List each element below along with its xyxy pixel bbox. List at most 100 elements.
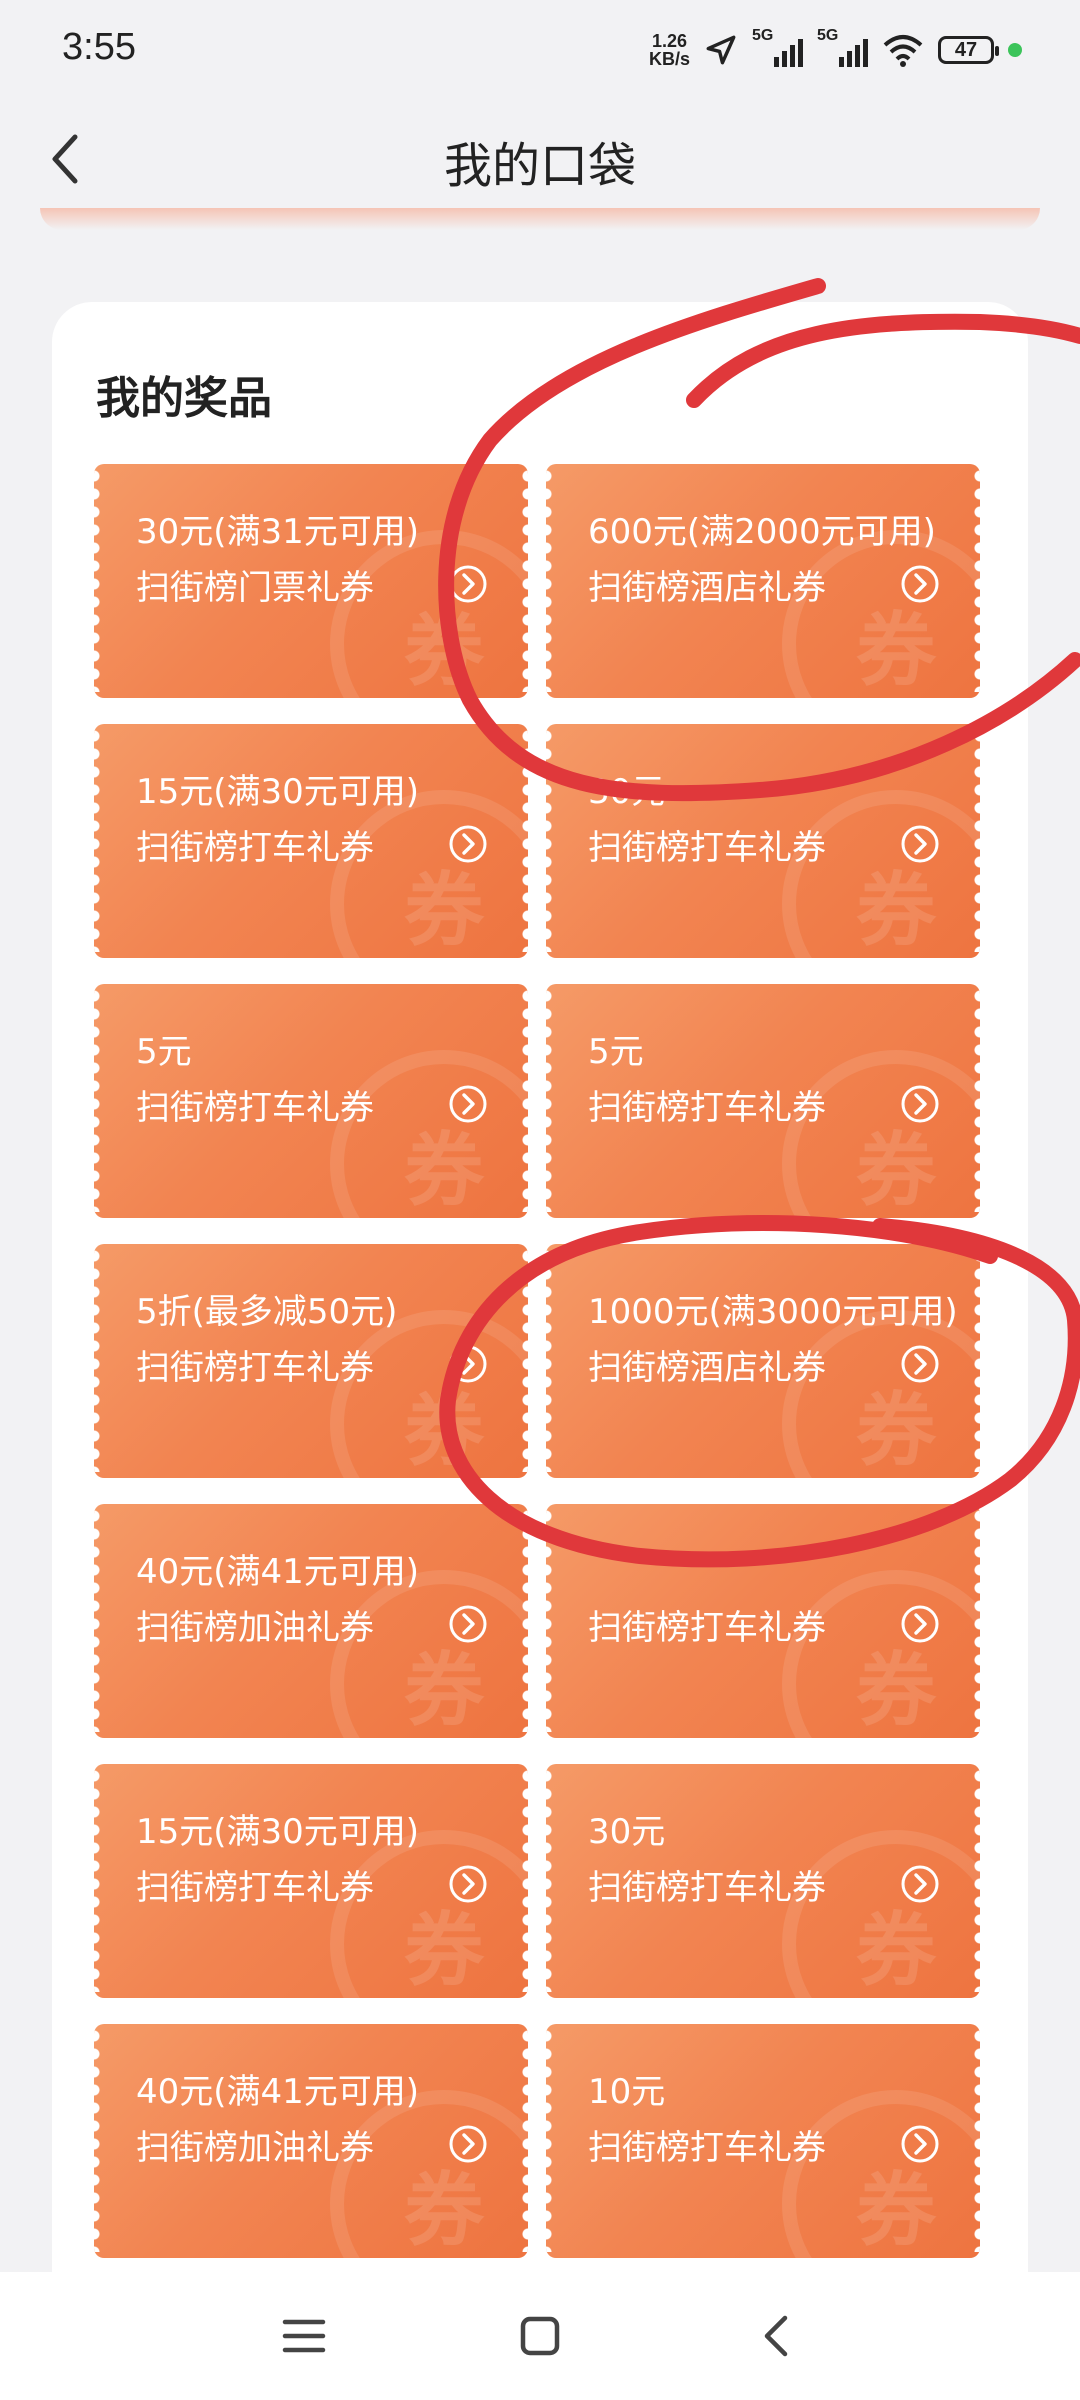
coupon-watermark: 券 [782,790,980,958]
page-title: 我的口袋 [443,138,636,194]
coupon-notch-left [546,990,552,1212]
chevron-right-circle-icon[interactable] [448,824,488,864]
coupon-watermark: 券 [330,1050,528,1218]
coupon-amount: 5元 [588,1032,644,1072]
status-time: 3:55 [62,26,136,68]
chevron-right-circle-icon[interactable] [900,1864,940,1904]
coupon-watermark: 券 [330,2090,528,2258]
back-icon [764,2315,788,2357]
coupon-card[interactable]: 券 5折(最多减50元) 扫街榜打车礼券 [94,1244,528,1478]
coupon-type: 扫街榜打车礼券 [588,1608,826,1648]
signal-icon-sim2: 5G [817,27,868,67]
coupon-watermark: 券 [330,1570,528,1738]
app-header: 我的口袋 [0,96,1080,224]
coupon-card[interactable]: 券 1000元(满3000元可用) 扫街榜酒店礼券 [546,1244,980,1478]
coupon-type: 扫街榜打车礼券 [136,1088,374,1128]
signal-icon-sim1: 5G [752,27,803,67]
coupon-card[interactable]: 券 5元扫街榜打车礼券 [546,984,980,1218]
coupon-amount: 40元(满41元可用) [136,1552,420,1592]
coupon-notch-left [94,990,100,1212]
coupon-watermark: 券 [782,2090,980,2258]
coupon-notch-left [546,730,552,952]
coupon-type: 扫街榜打车礼券 [136,1348,374,1388]
coupon-type: 扫街榜加油礼券 [136,1608,374,1648]
chevron-right-circle-icon[interactable] [448,564,488,604]
coupon-notch-left [94,730,100,952]
coupon-card[interactable]: 券 30元(满31元可用) 扫街榜门票礼券 [94,464,528,698]
coupon-card[interactable]: 券 10元 扫街榜打车礼券 [546,2024,980,2258]
coupon-card[interactable]: 券 5元扫街榜打车礼券 [94,984,528,1218]
coupon-type: 扫街榜打车礼券 [588,1868,826,1908]
chevron-right-circle-icon[interactable] [900,824,940,864]
coupon-card[interactable]: 券 30元扫街榜打车礼券 [546,724,980,958]
chevron-right-circle-icon[interactable] [448,1604,488,1644]
chevron-right-circle-icon[interactable] [448,1864,488,1904]
chevron-right-circle-icon[interactable] [900,1344,940,1384]
chevron-right-circle-icon[interactable] [900,1084,940,1124]
coupon-type: 扫街榜门票礼券 [136,568,374,608]
coupon-amount: 15元(满30元可用) [136,1812,420,1852]
coupon-card[interactable]: 券 40元(满41元可用) 扫街榜加油礼券 [94,1504,528,1738]
coupon-notch-left [546,1770,552,1992]
coupon-notch-left [94,470,100,692]
coupon-card[interactable]: 券 600元(满2000元可用) 扫街榜酒店礼券 [546,464,980,698]
coupon-amount: 600元(满2000元可用) [588,512,936,552]
privacy-indicator-dot [1008,43,1022,57]
coupon-amount: 1000元(满3000元可用) [588,1292,958,1332]
coupon-type: 扫街榜打车礼券 [136,828,374,868]
coupon-type: 扫街榜加油礼券 [136,2128,374,2168]
coupon-notch-left [94,1250,100,1472]
coupon-amount: 5折(最多减50元) [136,1292,398,1332]
coupon-notch-left [94,1510,100,1732]
coupon-type: 扫街榜打车礼券 [588,828,826,868]
coupon-amount: 10元 [588,2072,666,2112]
coupon-card[interactable]: 券 30元扫街榜打车礼券 [546,1764,980,1998]
chevron-right-circle-icon[interactable] [448,1344,488,1384]
location-icon [706,35,736,65]
network-speed: 1.26 KB/s [648,31,690,69]
coupon-notch-left [546,2030,552,2252]
prizes-card: 我的奖品 券 30元(满31元可用) 扫街榜门票礼券券 600元(满2000元可用) 扫… [52,302,1028,2302]
status-icons: 1.26 KB/s 5G 5G 47 [648,27,1022,72]
coupon-notch-left [94,1770,100,1992]
coupon-watermark: 券 [782,530,980,698]
home-button[interactable] [510,2306,570,2366]
coupon-amount: 30元(满31元可用) [136,512,420,552]
coupon-amount: 30元 [588,1812,666,1852]
coupon-amount: 30元 [588,772,666,812]
coupon-card[interactable]: 券扫街榜打车礼券 [546,1504,980,1738]
coupon-card[interactable]: 券 15元(满30元可用) 扫街榜打车礼券 [94,724,528,958]
chevron-right-circle-icon[interactable] [448,2124,488,2164]
home-icon [520,2316,560,2356]
coupon-watermark: 券 [330,1310,528,1478]
coupon-watermark: 券 [782,1830,980,1998]
chevron-right-circle-icon[interactable] [900,1604,940,1644]
coupon-notch-left [546,1510,552,1732]
coupon-watermark: 券 [330,1830,528,1998]
section-title: 我的奖品 [96,373,272,424]
chevron-right-circle-icon[interactable] [900,2124,940,2164]
coupon-watermark: 券 [782,1310,980,1478]
coupon-type: 扫街榜打车礼券 [136,1868,374,1908]
coupon-watermark: 券 [782,1050,980,1218]
coupon-watermark: 券 [330,790,528,958]
coupon-type: 扫街榜打车礼券 [588,1088,826,1128]
chevron-right-circle-icon[interactable] [448,1084,488,1124]
battery-icon: 47 [938,36,999,64]
coupon-amount: 5元 [136,1032,192,1072]
chevron-right-circle-icon[interactable] [900,564,940,604]
decorative-strip [40,208,1040,230]
wifi-icon [883,35,923,67]
coupon-card[interactable]: 券 15元(满30元可用) 扫街榜打车礼券 [94,1764,528,1998]
coupon-type: 扫街榜酒店礼券 [588,1348,826,1388]
system-back-button[interactable] [746,2306,806,2366]
coupon-watermark: 券 [782,1570,980,1738]
coupon-card[interactable]: 券 40元(满41元可用) 扫街榜加油礼券 [94,2024,528,2258]
system-nav-bar [0,2272,1080,2400]
coupon-watermark: 券 [330,530,528,698]
coupon-amount: 15元(满30元可用) [136,772,420,812]
coupon-type: 扫街榜酒店礼券 [588,568,826,608]
status-bar: 3:55 1.26 KB/s 5G 5G 47 [0,0,1080,96]
coupon-amount: 40元(满41元可用) [136,2072,420,2112]
recent-apps-button[interactable] [274,2306,334,2366]
